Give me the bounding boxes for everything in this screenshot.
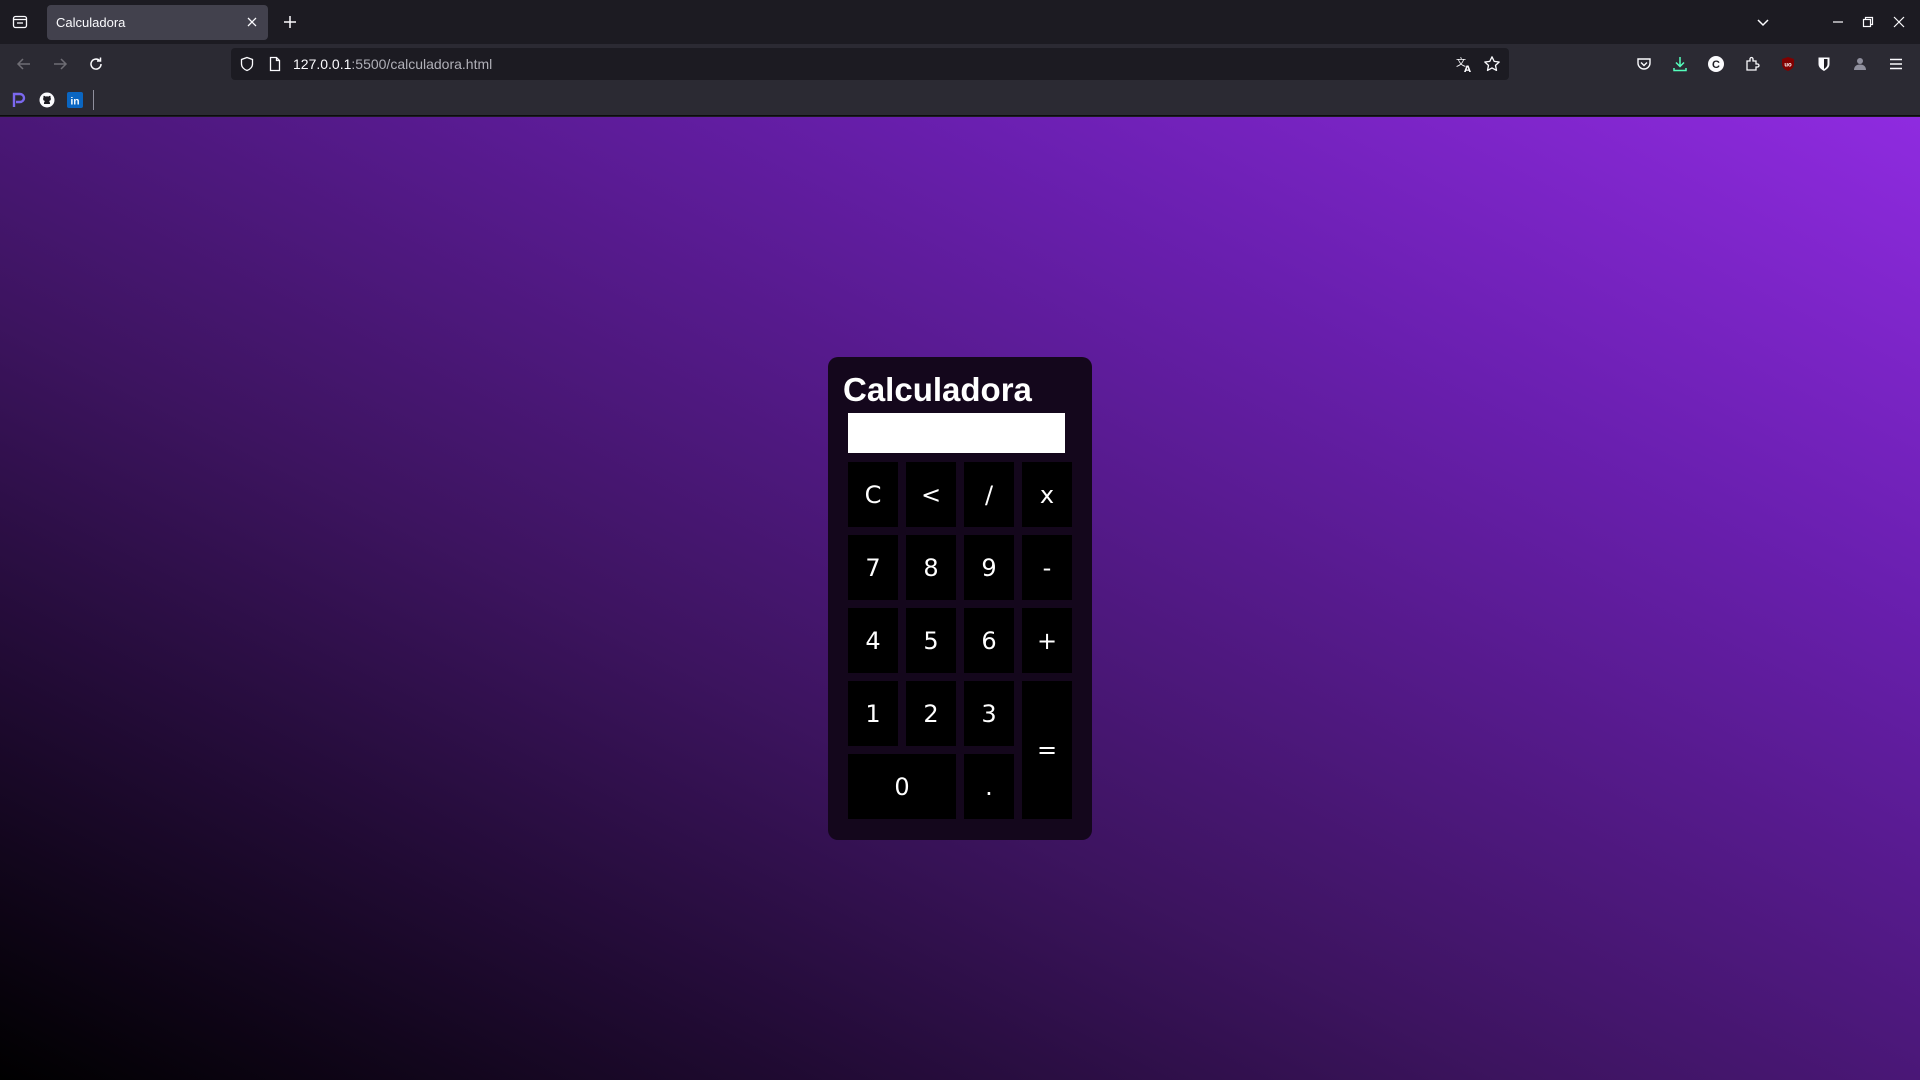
- close-tab-icon[interactable]: [244, 14, 260, 30]
- account-c-icon[interactable]: C: [1706, 54, 1726, 74]
- extension-puzzle-icon[interactable]: [1850, 54, 1870, 74]
- digit-6-button[interactable]: 6: [964, 608, 1014, 673]
- calculator-title: Calculadora: [843, 371, 1032, 408]
- digit-4-button[interactable]: 4: [848, 608, 898, 673]
- minimize-icon[interactable]: [1826, 10, 1850, 34]
- new-tab-icon[interactable]: [278, 10, 302, 34]
- firefox-view-icon[interactable]: [8, 10, 32, 34]
- svg-text:A: A: [1464, 65, 1471, 73]
- bookmark-p-icon[interactable]: [11, 92, 27, 108]
- digit-0-button[interactable]: 0: [848, 754, 956, 819]
- digit-5-button[interactable]: 5: [906, 608, 956, 673]
- digit-7-button[interactable]: 7: [848, 535, 898, 600]
- download-icon[interactable]: [1670, 54, 1690, 74]
- close-window-icon[interactable]: [1887, 10, 1911, 34]
- ublock-icon[interactable]: uo: [1778, 54, 1798, 74]
- digit-3-button[interactable]: 3: [964, 681, 1014, 746]
- bookmarks-toolbar: in: [0, 84, 1920, 116]
- url-path: :5500/calculadora.html: [351, 56, 493, 72]
- plus-button[interactable]: +: [1022, 608, 1072, 673]
- digit-8-button[interactable]: 8: [906, 535, 956, 600]
- pocket-icon[interactable]: [1634, 54, 1654, 74]
- shield-icon[interactable]: [239, 56, 255, 72]
- bookmark-star-icon[interactable]: [1483, 55, 1501, 73]
- equals-button[interactable]: =: [1022, 681, 1072, 819]
- tab-title: Calculadora: [56, 15, 126, 30]
- url-bar[interactable]: 127.0.0.1:5500/calculadora.html 文A: [231, 48, 1509, 80]
- digit-2-button[interactable]: 2: [906, 681, 956, 746]
- back-arrow-icon[interactable]: [12, 52, 36, 76]
- menu-icon[interactable]: [1886, 54, 1906, 74]
- calculator-display[interactable]: [848, 413, 1065, 453]
- digit-1-button[interactable]: 1: [848, 681, 898, 746]
- active-tab[interactable]: Calculadora: [47, 5, 268, 40]
- translate-icon[interactable]: 文A: [1455, 55, 1473, 75]
- multiply-button[interactable]: x: [1022, 462, 1072, 527]
- chevron-down-icon[interactable]: [1751, 10, 1775, 34]
- page-content: Calculadora C < / x 7 8 9 - 4 5 6 + 1 2 …: [0, 117, 1920, 1080]
- minus-button[interactable]: -: [1022, 535, 1072, 600]
- bitwarden-icon[interactable]: [1814, 54, 1834, 74]
- page-icon[interactable]: [267, 56, 283, 72]
- digit-9-button[interactable]: 9: [964, 535, 1014, 600]
- bookmarks-separator: [93, 90, 94, 110]
- url-host: 127.0.0.1: [293, 56, 352, 72]
- navigation-toolbar: 127.0.0.1:5500/calculadora.html 文A C uo: [0, 44, 1920, 84]
- forward-arrow-icon[interactable]: [48, 52, 72, 76]
- svg-text:uo: uo: [1784, 63, 1792, 69]
- reload-icon[interactable]: [84, 52, 108, 76]
- clear-button[interactable]: C: [848, 462, 898, 527]
- restore-icon[interactable]: [1856, 10, 1880, 34]
- calculator: Calculadora C < / x 7 8 9 - 4 5 6 + 1 2 …: [828, 357, 1092, 840]
- backspace-button[interactable]: <: [906, 462, 956, 527]
- decimal-button[interactable]: .: [964, 754, 1014, 819]
- divide-button[interactable]: /: [964, 462, 1014, 527]
- extensions-icon[interactable]: [1742, 54, 1762, 74]
- bookmark-github-icon[interactable]: [39, 92, 55, 108]
- svg-text:C: C: [1712, 59, 1720, 71]
- tab-bar: Calculadora: [0, 0, 1920, 44]
- bookmark-linkedin-icon[interactable]: in: [67, 92, 83, 108]
- svg-text:in: in: [71, 97, 80, 108]
- url-text[interactable]: 127.0.0.1:5500/calculadora.html: [293, 56, 492, 72]
